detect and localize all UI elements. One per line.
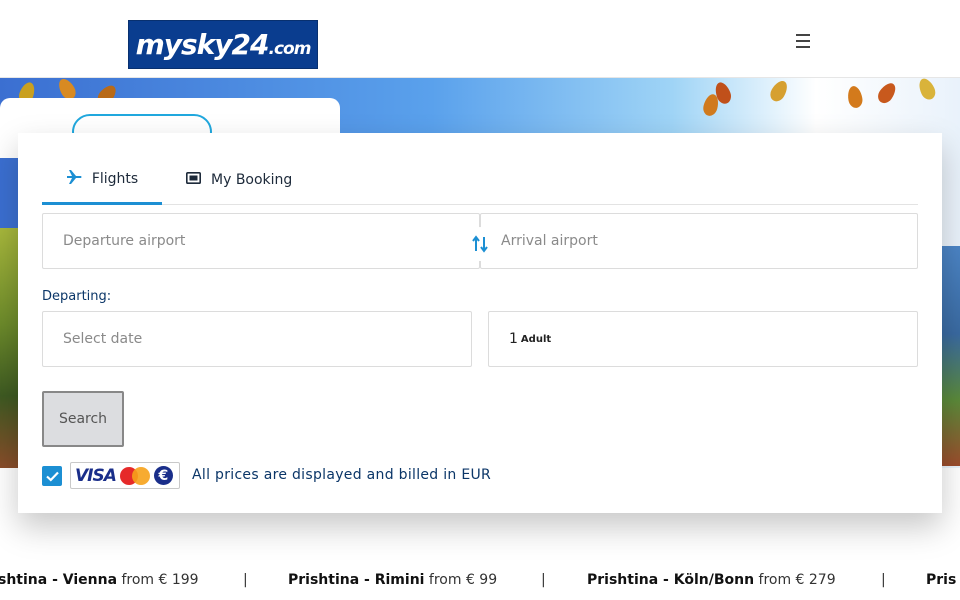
site-header: mysky24 .com xyxy=(0,0,960,78)
swap-arrows-icon[interactable] xyxy=(463,227,497,261)
departure-date-input[interactable]: Select date xyxy=(42,311,472,367)
visa-logo: VISA xyxy=(75,465,117,486)
departure-placeholder: Departure airport xyxy=(63,233,186,249)
payment-cards: VISA € xyxy=(70,462,180,489)
logo-name: mysky24 xyxy=(135,28,270,61)
euro-logo: € xyxy=(153,466,173,485)
mastercard-logo xyxy=(119,466,150,485)
ticker-item[interactable]: Prishtina - Rimini from € 99 xyxy=(288,572,497,588)
ticker-route: Prishtina - Köln/Bonn xyxy=(587,572,755,588)
autumn-leaf xyxy=(874,79,900,107)
hero-scenery-right xyxy=(942,246,960,466)
autumn-leaf xyxy=(916,78,938,102)
ticker-separator: | xyxy=(541,572,546,588)
ticket-icon xyxy=(186,172,201,188)
prices-note: All prices are displayed and billed in E… xyxy=(192,467,492,483)
tab-flights-label: Flights xyxy=(91,170,139,187)
booking-tabs: Flights My Booking xyxy=(42,155,918,205)
ticker-separator: | xyxy=(881,572,886,588)
passenger-count: 1 xyxy=(509,331,518,347)
ticker-item[interactable]: shtina - Vienna from € 199 xyxy=(0,572,199,588)
logo-tld: .com xyxy=(268,38,312,59)
ticker-price: from € 279 xyxy=(758,572,836,588)
arrival-placeholder: Arrival airport xyxy=(501,233,598,249)
autumn-leaf xyxy=(846,84,864,110)
hamburger-menu-icon[interactable] xyxy=(796,34,814,50)
prices-checkbox[interactable] xyxy=(42,466,62,486)
ticker-price: from € 199 xyxy=(121,572,199,588)
ticker-route: Prishtina - Rimini xyxy=(288,572,425,588)
departing-label: Departing: xyxy=(42,289,112,304)
flight-search-panel: Flights My Booking Departure airport Arr… xyxy=(18,133,942,513)
search-button[interactable]: Search xyxy=(42,391,124,447)
ticker-separator: | xyxy=(243,572,248,588)
ticker-route: Pris xyxy=(926,572,957,588)
tab-my-booking-label: My Booking xyxy=(211,172,293,188)
passengers-selector[interactable]: 1 Adult xyxy=(488,311,918,367)
tab-flights[interactable]: Flights xyxy=(42,155,162,205)
route-ticker: shtina - Vienna from € 199 | Prishtina -… xyxy=(0,572,960,596)
autumn-leaf xyxy=(767,78,791,105)
airplane-icon xyxy=(66,169,82,188)
ticker-item[interactable]: Pris xyxy=(926,572,956,588)
hero-scenery-left xyxy=(0,228,20,468)
ticker-route: shtina - Vienna xyxy=(0,572,118,588)
arrival-airport-input[interactable]: Arrival airport xyxy=(480,213,918,269)
tab-my-booking[interactable]: My Booking xyxy=(186,155,292,205)
ticker-price: from € 99 xyxy=(428,572,498,588)
departure-airport-input[interactable]: Departure airport xyxy=(42,213,480,269)
date-placeholder: Select date xyxy=(63,331,143,347)
passenger-type: Adult xyxy=(520,333,552,345)
mysky24-logo[interactable]: mysky24 .com xyxy=(128,20,318,69)
ticker-item[interactable]: Prishtina - Köln/Bonn from € 279 xyxy=(587,572,836,588)
